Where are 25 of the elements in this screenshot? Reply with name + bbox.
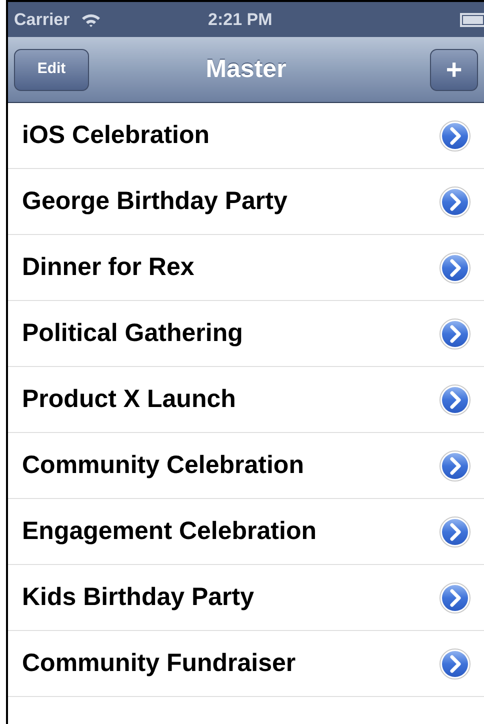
disclosure-chevron-icon[interactable] — [438, 448, 472, 482]
battery-icon — [460, 12, 484, 26]
row-title[interactable]: Community Fundraiser — [22, 644, 296, 682]
disclosure-chevron-icon[interactable] — [438, 646, 472, 680]
status-time: 2:21 PM — [208, 8, 272, 31]
edit-button[interactable]: Edit — [14, 48, 89, 90]
navigation-title: Master — [206, 54, 286, 85]
disclosure-chevron-icon[interactable] — [438, 250, 472, 284]
row-title[interactable]: Dinner for Rex — [22, 248, 194, 286]
add-button[interactable]: + — [430, 48, 478, 90]
row-title[interactable]: Community Celebration — [22, 446, 304, 484]
row-title[interactable]: Kids Birthday Party — [22, 578, 254, 616]
disclosure-chevron-icon[interactable] — [438, 184, 472, 218]
row-title[interactable]: iOS Celebration — [22, 116, 210, 154]
disclosure-chevron-icon[interactable] — [438, 316, 472, 350]
row-title[interactable]: George Birthday Party — [22, 182, 288, 220]
carrier-name: Carrier — [14, 8, 70, 31]
disclosure-chevron-icon[interactable] — [438, 514, 472, 548]
row-title[interactable]: Product X Launch — [22, 380, 236, 418]
disclosure-chevron-icon[interactable] — [438, 382, 472, 416]
row-title[interactable]: Engagement Celebration — [22, 512, 316, 550]
row-title[interactable]: Political Gathering — [22, 314, 243, 352]
disclosure-chevron-icon[interactable] — [438, 580, 472, 614]
wifi-icon — [80, 12, 102, 28]
disclosure-chevron-icon[interactable] — [438, 118, 472, 152]
